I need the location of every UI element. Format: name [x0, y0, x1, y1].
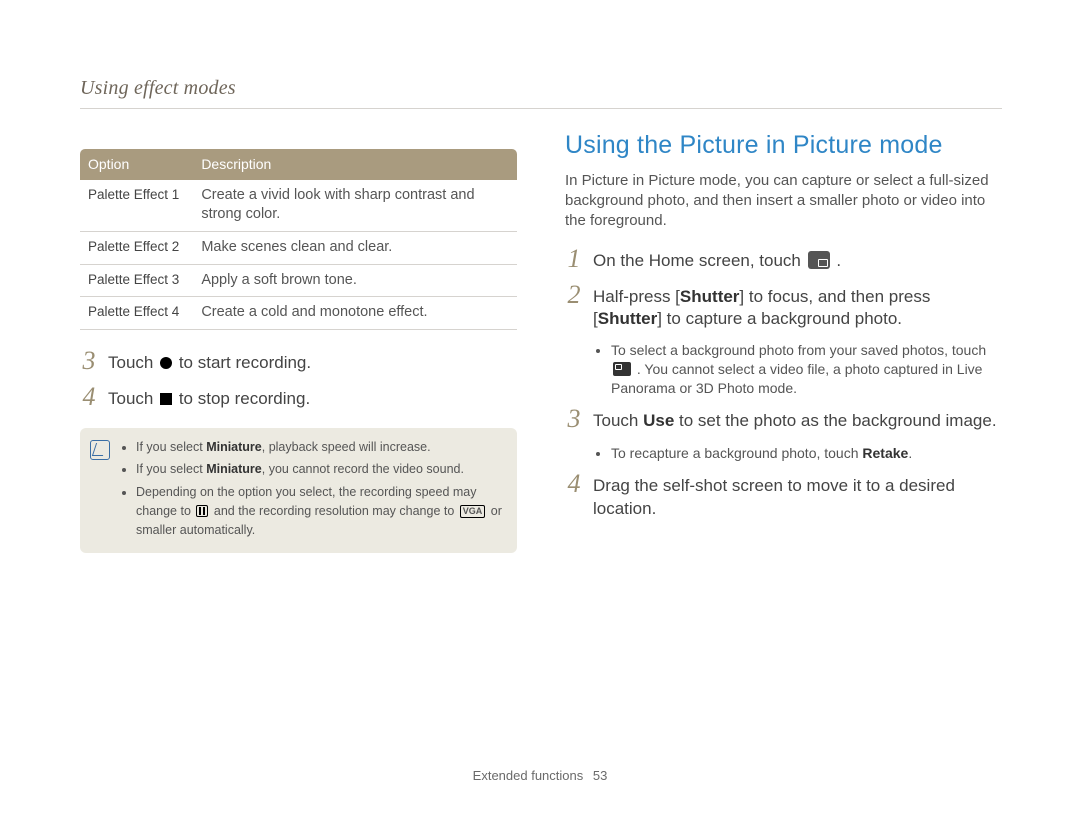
opt-name: Palette Effect 2 [80, 232, 193, 265]
text: To recapture a background photo, touch [611, 445, 862, 461]
sub-bullet: To select a background photo from your s… [611, 341, 1002, 398]
text: Touch [593, 411, 643, 430]
bold: Miniature [206, 462, 262, 476]
step-text: Drag the self-shot screen to move it to … [593, 473, 1002, 521]
pip-mode-icon [808, 251, 830, 269]
text: , playback speed will increase. [262, 440, 431, 454]
step-text: Touch to stop recording. [108, 386, 517, 411]
bold: Shutter [680, 287, 740, 306]
step-text: Half-press [Shutter] to focus, and then … [593, 284, 1002, 332]
opt-desc: Apply a soft brown tone. [193, 264, 517, 297]
text: to stop recording. [174, 389, 310, 408]
opt-name: Palette Effect 3 [80, 264, 193, 297]
left-column: Option Description Palette Effect 1 Crea… [80, 129, 517, 553]
bold: Retake [862, 445, 908, 461]
opt-desc: Create a cold and monotone effect. [193, 297, 517, 330]
text: Touch [108, 353, 158, 372]
text: to set the photo as the background image… [674, 411, 996, 430]
text: , you cannot record the video sound. [262, 462, 464, 476]
bold: Use [643, 411, 674, 430]
step-text: On the Home screen, touch . [593, 248, 1002, 273]
step-text: Touch Use to set the photo as the backgr… [593, 408, 1002, 433]
note-icon [90, 440, 110, 460]
text: and the recording resolution may change … [210, 504, 457, 518]
step-number: 1 [565, 246, 583, 272]
opt-desc: Make scenes clean and clear. [193, 232, 517, 265]
text: . [832, 251, 841, 270]
step-text: Touch to start recording. [108, 350, 517, 375]
right-steps: 3 Touch Use to set the photo as the back… [565, 408, 1002, 434]
step-number: 4 [565, 471, 583, 497]
opt-name: Palette Effect 1 [80, 180, 193, 232]
page-footer: Extended functions 53 [0, 767, 1080, 785]
table-row: Palette Effect 4 Create a cold and monot… [80, 297, 517, 330]
palette-options-table: Option Description Palette Effect 1 Crea… [80, 149, 517, 330]
text: to start recording. [174, 353, 311, 372]
step-number: 3 [565, 406, 583, 432]
step-sub-bullets: To select a background photo from your s… [565, 341, 1002, 398]
bold: Miniature [206, 440, 262, 454]
note-box: If you select Miniature, playback speed … [80, 428, 517, 554]
text: Touch [108, 389, 158, 408]
speed-icon [196, 505, 208, 517]
note-item: If you select Miniature, you cannot reco… [136, 460, 503, 479]
table-header-option: Option [80, 149, 193, 180]
text: Half-press [ [593, 287, 680, 306]
note-item: If you select Miniature, playback speed … [136, 438, 503, 457]
sub-bullet: To recapture a background photo, touch R… [611, 444, 1002, 463]
record-icon [160, 357, 172, 369]
step-number: 3 [80, 348, 98, 374]
step-sub-bullets: To recapture a background photo, touch R… [565, 444, 1002, 463]
running-head: Using effect modes [80, 75, 1002, 109]
text: . You cannot select a video file, a phot… [611, 361, 982, 396]
step-number: 4 [80, 384, 98, 410]
table-header-description: Description [193, 149, 517, 180]
left-steps: 3 Touch to start recording. 4 Touch to s… [80, 350, 517, 412]
text: If you select [136, 462, 206, 476]
opt-name: Palette Effect 4 [80, 297, 193, 330]
step-number: 2 [565, 282, 583, 308]
section-intro: In Picture in Picture mode, you can capt… [565, 171, 1002, 232]
table-row: Palette Effect 3 Apply a soft brown tone… [80, 264, 517, 297]
text: To select a background photo from your s… [611, 342, 986, 358]
note-item: Depending on the option you select, the … [136, 483, 503, 539]
right-steps: 4 Drag the self-shot screen to move it t… [565, 473, 1002, 521]
opt-desc: Create a vivid look with sharp contrast … [193, 180, 517, 232]
right-column: Using the Picture in Picture mode In Pic… [565, 129, 1002, 553]
stop-icon [160, 393, 172, 405]
right-steps: 1 On the Home screen, touch . 2 Half-pre… [565, 248, 1002, 332]
gallery-icon [613, 362, 631, 376]
section-heading: Using the Picture in Picture mode [565, 129, 1002, 163]
text: . [908, 445, 912, 461]
vga-badge-icon: VGA [460, 505, 486, 518]
page-number: 53 [593, 768, 607, 783]
text: If you select [136, 440, 206, 454]
text: On the Home screen, touch [593, 251, 806, 270]
bold: Shutter [598, 309, 658, 328]
footer-section: Extended functions [473, 768, 584, 783]
table-row: Palette Effect 1 Create a vivid look wit… [80, 180, 517, 232]
text: ] to capture a background photo. [657, 309, 902, 328]
table-row: Palette Effect 2 Make scenes clean and c… [80, 232, 517, 265]
